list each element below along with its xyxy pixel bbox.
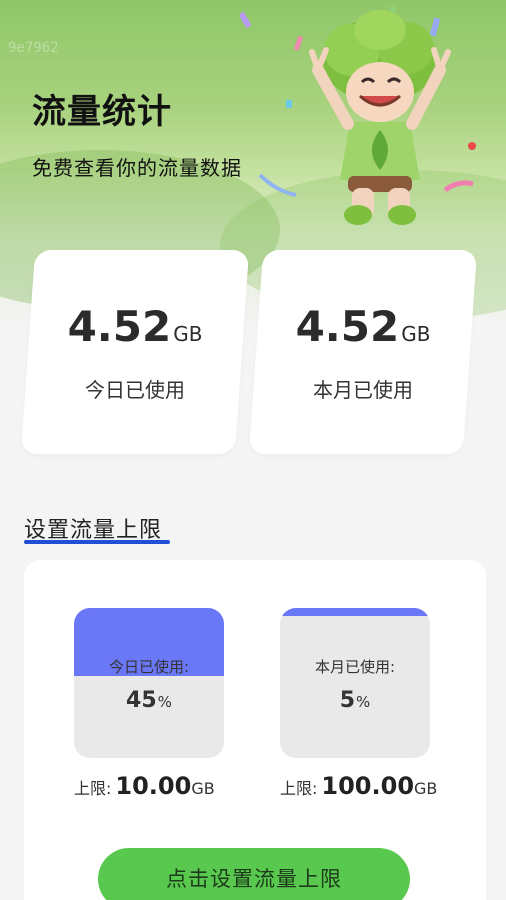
month-limit-unit: GB (414, 779, 438, 798)
section-underline (24, 540, 170, 544)
month-gauge: 本月已使用: 5% (280, 608, 430, 758)
month-usage-unit: GB (401, 322, 431, 346)
today-gauge-label: 今日已使用: (108, 658, 190, 676)
month-limit: 上限: 100.00GB (280, 772, 450, 800)
month-gauge-fill (280, 608, 430, 616)
page-subtitle: 免费查看你的流量数据 (32, 156, 242, 180)
month-limit-label: 上限: (280, 779, 318, 798)
today-usage-number: 4.52 (67, 302, 172, 351)
today-gauge-percent: 45% (74, 688, 224, 713)
month-usage-label: 本月已使用 (313, 378, 413, 402)
month-gauge-label: 本月已使用: (314, 658, 396, 676)
month-usage-number: 4.52 (295, 302, 400, 351)
percent-symbol: % (356, 693, 371, 711)
month-gauge-percent-value: 5 (339, 688, 356, 713)
today-limit: 上限: 10.00GB (74, 772, 244, 800)
month-usage-card: 4.52 GB 本月已使用 (248, 250, 478, 454)
watermark: 9e7962 (8, 40, 59, 56)
month-gauge-percent: 5% (280, 688, 430, 713)
today-usage-card: 4.52 GB 今日已使用 (20, 250, 250, 454)
page-title: 流量统计 (32, 92, 172, 132)
today-limit-unit: GB (191, 779, 215, 798)
today-gauge: 今日已使用: 45% (74, 608, 224, 758)
today-gauge-percent-value: 45 (126, 688, 157, 713)
today-limit-label: 上限: (74, 779, 112, 798)
month-usage-value: 4.52 GB (256, 302, 470, 351)
today-usage-unit: GB (173, 322, 203, 346)
mascot-illustration (240, 6, 476, 225)
month-limit-value: 100.00 (321, 772, 415, 800)
today-usage-value: 4.52 GB (28, 302, 242, 351)
today-usage-label: 今日已使用 (85, 378, 185, 402)
set-limit-button[interactable]: 点击设置流量上限 (98, 848, 410, 900)
percent-symbol: % (157, 693, 172, 711)
today-limit-value: 10.00 (115, 772, 192, 800)
